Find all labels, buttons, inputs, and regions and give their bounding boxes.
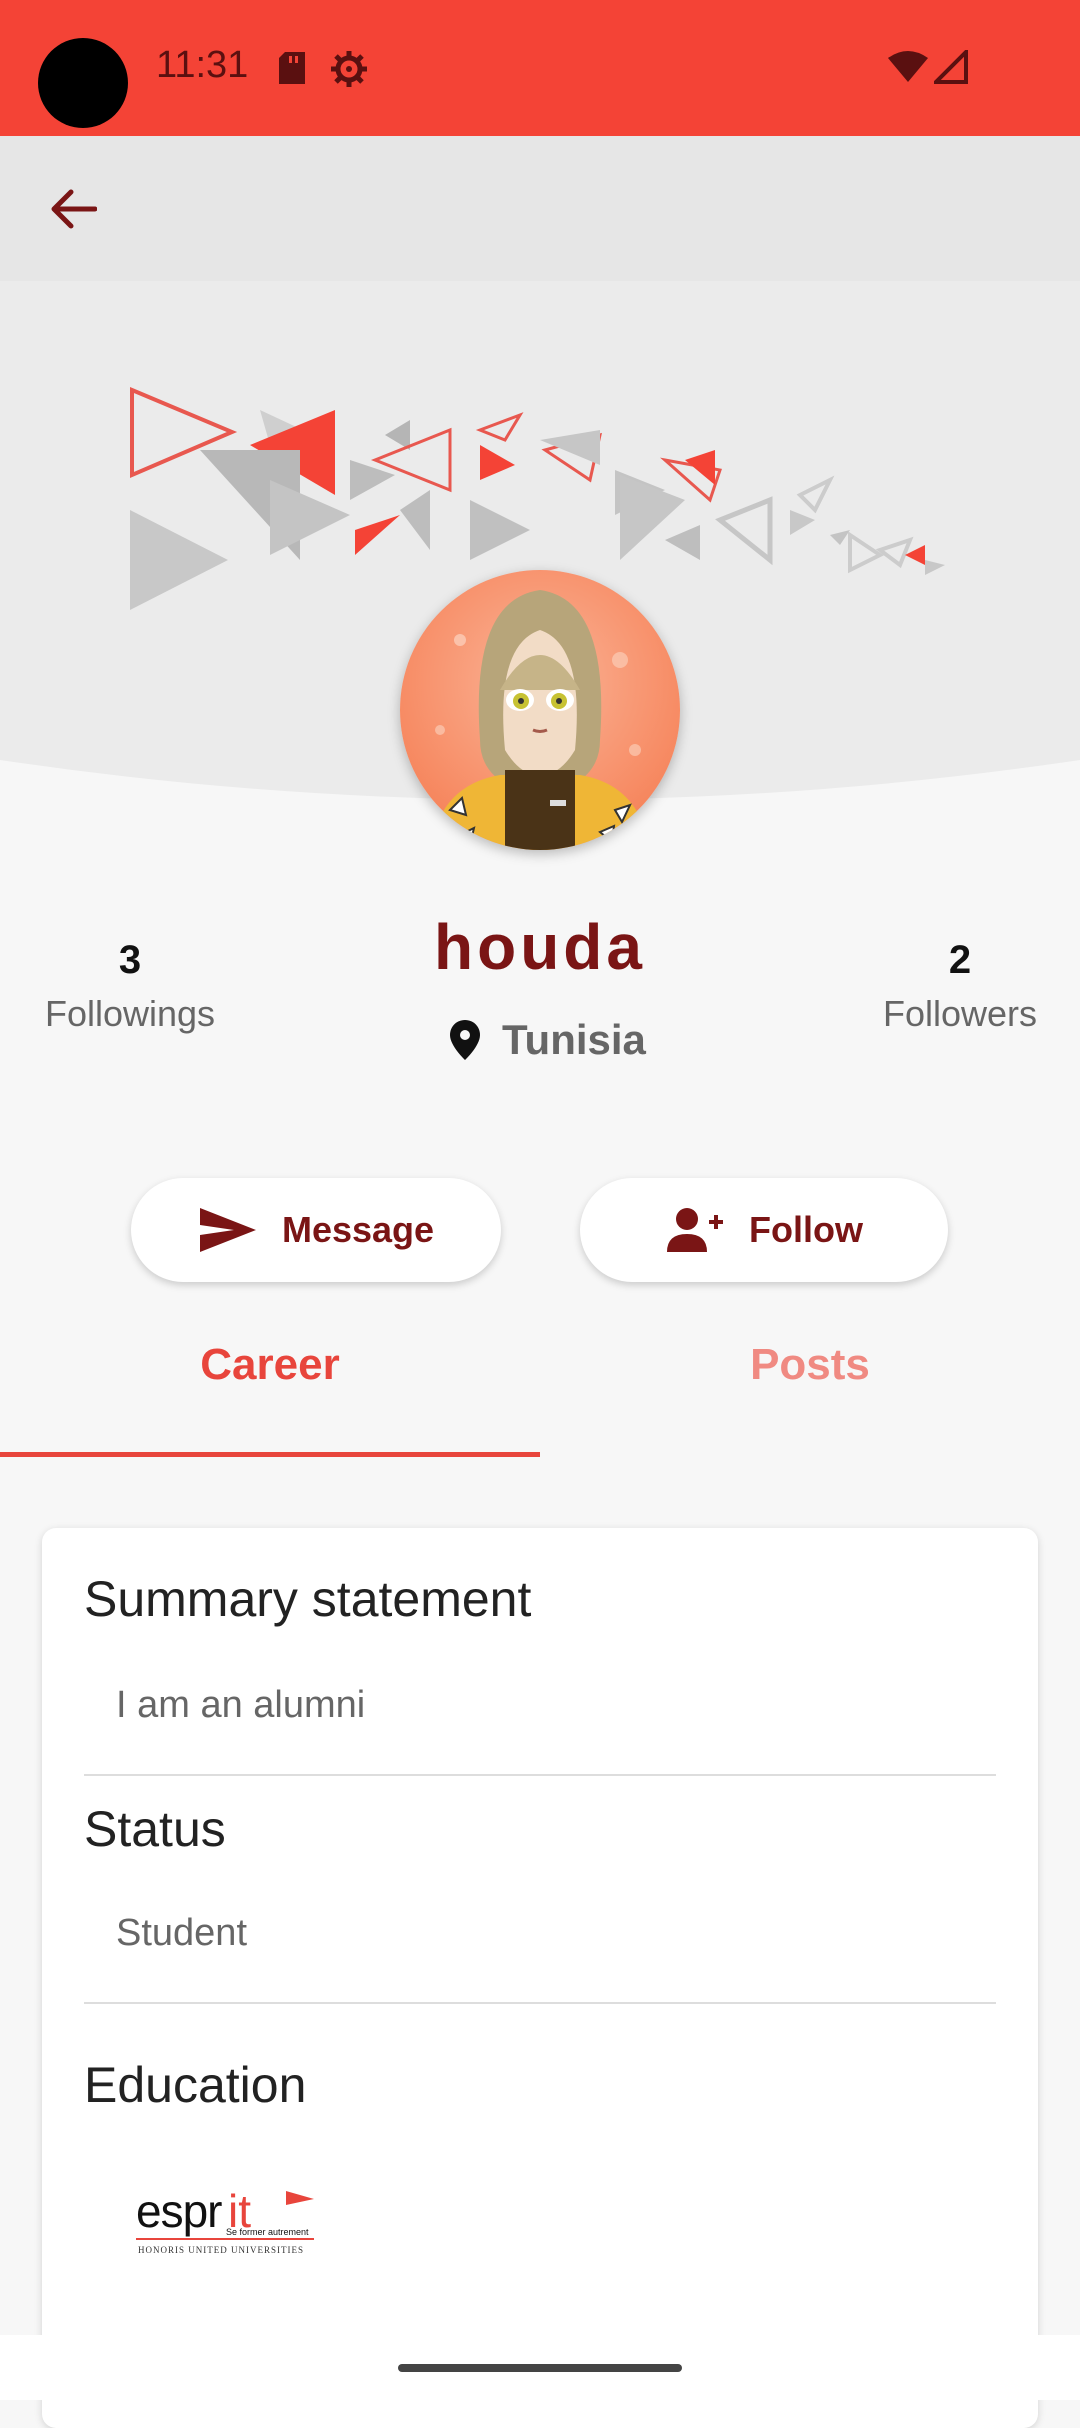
education-title: Education	[84, 2057, 307, 2113]
message-button-label: Message	[281, 1209, 435, 1250]
send-icon	[199, 1208, 256, 1252]
status-time: 11:31	[156, 44, 249, 86]
followings-count: 3	[118, 938, 142, 982]
avatar-illustration	[400, 570, 680, 850]
signal-icon	[934, 50, 968, 84]
status-bar: 11:31	[0, 0, 1080, 136]
sd-card-icon	[279, 52, 305, 84]
arrow-back-icon	[51, 189, 97, 229]
follow-button-label: Follow	[749, 1209, 863, 1250]
divider	[84, 2002, 996, 2004]
profile-name: houda	[434, 911, 646, 983]
tab-posts[interactable]: Posts	[540, 1340, 1080, 1450]
followings-stat[interactable]: 3 Followings	[20, 938, 240, 1035]
divider	[84, 1774, 996, 1776]
location-text: Tunisia	[502, 1016, 646, 1063]
app-bar	[0, 136, 1080, 281]
gear-icon	[331, 51, 367, 87]
followers-stat[interactable]: 2 Followers	[840, 938, 1080, 1035]
summary-value: I am an alumni	[116, 1684, 366, 1726]
svg-text:Se former autrement: Se former autrement	[226, 2227, 309, 2237]
followers-count: 2	[948, 938, 972, 982]
followings-label: Followings	[44, 993, 216, 1034]
follow-button[interactable]: Follow	[580, 1178, 948, 1282]
tab-career[interactable]: Career	[0, 1340, 540, 1450]
svg-text:espr: espr	[136, 2185, 222, 2237]
back-button[interactable]	[36, 172, 110, 246]
wifi-icon	[888, 51, 928, 82]
tab-indicator	[0, 1452, 540, 1457]
esprit-logo[interactable]: espr it Se former autrement HONORIS UNIT…	[136, 2183, 326, 2263]
avatar[interactable]	[400, 570, 680, 850]
message-button[interactable]: Message	[131, 1178, 501, 1282]
add-person-icon	[667, 1208, 723, 1252]
status-value: Student	[116, 1912, 247, 1954]
status-title: Status	[84, 1801, 226, 1857]
followers-label: Followers	[882, 993, 1038, 1034]
home-indicator[interactable]	[398, 2364, 682, 2372]
career-card: Summary statement I am an alumni Status …	[42, 1528, 1038, 2428]
location-pin-icon	[450, 1020, 480, 1060]
camera-cutout	[38, 38, 128, 128]
location: Tunisia	[450, 1012, 646, 1068]
summary-title: Summary statement	[84, 1571, 532, 1627]
svg-text:HONORIS UNITED UNIVERSITIES: HONORIS UNITED UNIVERSITIES	[138, 2245, 304, 2255]
